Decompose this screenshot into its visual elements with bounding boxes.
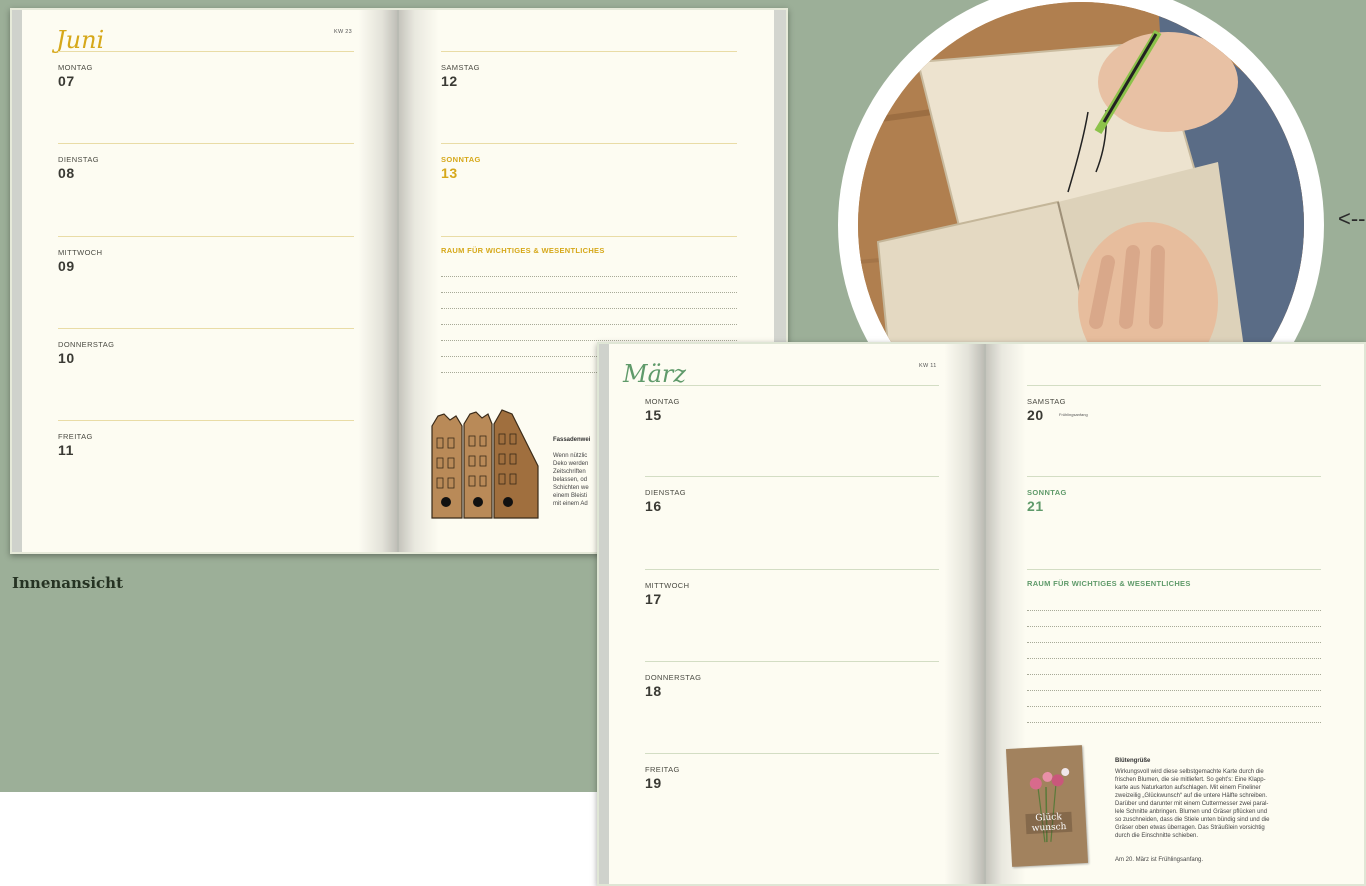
day-number: 19 bbox=[645, 775, 662, 791]
holiday-note: Frühlingsanfang bbox=[1059, 412, 1088, 417]
day-separator bbox=[1027, 476, 1321, 477]
day-number: 21 bbox=[1027, 498, 1044, 514]
page-edge bbox=[12, 10, 22, 552]
day-separator bbox=[441, 51, 737, 52]
weekday-label: MONTAG bbox=[58, 63, 93, 72]
magazine-holder-illustration bbox=[431, 409, 539, 519]
weekday-label: SONNTAG bbox=[1027, 488, 1067, 497]
section-separator bbox=[1027, 569, 1321, 570]
day-separator bbox=[58, 51, 354, 52]
day-separator bbox=[1027, 385, 1321, 386]
day-number: 20 bbox=[1027, 407, 1044, 423]
day-number: 10 bbox=[58, 350, 75, 366]
dot-grid bbox=[1027, 610, 1321, 738]
tip-body: Wirkungsvoll wird diese selbstgemachte K… bbox=[1115, 769, 1270, 839]
day-number: 17 bbox=[645, 591, 662, 607]
weekday-label: SAMSTAG bbox=[1027, 397, 1066, 406]
gutter-shadow bbox=[358, 10, 398, 552]
section-separator bbox=[441, 236, 737, 237]
page-edge bbox=[599, 344, 609, 884]
day-number: 18 bbox=[645, 683, 662, 699]
day-separator bbox=[645, 569, 939, 570]
arrow-left-icon: <-- bbox=[1338, 206, 1366, 231]
weekday-label: FREITAG bbox=[58, 432, 93, 441]
day-separator bbox=[645, 661, 939, 662]
day-number: 08 bbox=[58, 165, 75, 181]
day-separator bbox=[441, 143, 737, 144]
calendar-week: KW 23 bbox=[334, 29, 353, 35]
day-separator bbox=[645, 385, 939, 386]
weekday-label: MITTWOCH bbox=[645, 581, 690, 590]
notes-heading: RAUM FÜR WICHTIGES & WESENTLICHES bbox=[441, 246, 605, 255]
weekday-label: DONNERSTAG bbox=[58, 340, 115, 349]
day-separator bbox=[645, 476, 939, 477]
day-number: 15 bbox=[645, 407, 662, 423]
tip-title: Blütengrüße bbox=[1115, 758, 1151, 764]
day-separator bbox=[645, 753, 939, 754]
notes-heading: RAUM FÜR WICHTIGES & WESENTLICHES bbox=[1027, 579, 1191, 588]
day-number: 11 bbox=[58, 442, 74, 458]
month-script: März bbox=[623, 360, 686, 388]
greeting-card-illustration: Glück wunsch bbox=[1005, 745, 1089, 867]
weekday-label: SAMSTAG bbox=[441, 63, 480, 72]
month-script: Juni bbox=[56, 26, 105, 54]
tip-body: Wenn nützlic Deko werden Zeitschriften b… bbox=[553, 453, 589, 507]
weekday-label: FREITAG bbox=[645, 765, 680, 774]
weekday-label: SONNTAG bbox=[441, 155, 481, 164]
day-number: 16 bbox=[645, 498, 662, 514]
weekday-label: MITTWOCH bbox=[58, 248, 103, 257]
day-number: 12 bbox=[441, 73, 458, 89]
day-number: 09 bbox=[58, 258, 75, 274]
day-separator bbox=[58, 420, 354, 421]
gutter-shadow bbox=[944, 344, 984, 884]
day-separator bbox=[58, 236, 354, 237]
day-separator bbox=[58, 143, 354, 144]
weekday-label: DIENSTAG bbox=[645, 488, 686, 497]
flower-bouquet-icon bbox=[1029, 767, 1070, 843]
day-separator bbox=[58, 328, 354, 329]
card-text: Glück wunsch bbox=[1025, 811, 1073, 835]
calendar-week: KW 11 bbox=[919, 363, 937, 369]
tip-title: Fassadenwei bbox=[553, 437, 591, 443]
planner-spread-march: März KW 11 MONTAG 15 DIENSTAG 16 MITTWOC… bbox=[597, 342, 1366, 886]
section-caption: Innenansicht bbox=[12, 574, 124, 592]
day-number: 13 bbox=[441, 165, 458, 181]
weekday-label: DONNERSTAG bbox=[645, 673, 702, 682]
day-number: 07 bbox=[58, 73, 75, 89]
weekday-label: DIENSTAG bbox=[58, 155, 99, 164]
weekday-label: MONTAG bbox=[645, 397, 680, 406]
tip-footer: Am 20. März ist Frühlingsanfang. bbox=[1115, 857, 1204, 863]
